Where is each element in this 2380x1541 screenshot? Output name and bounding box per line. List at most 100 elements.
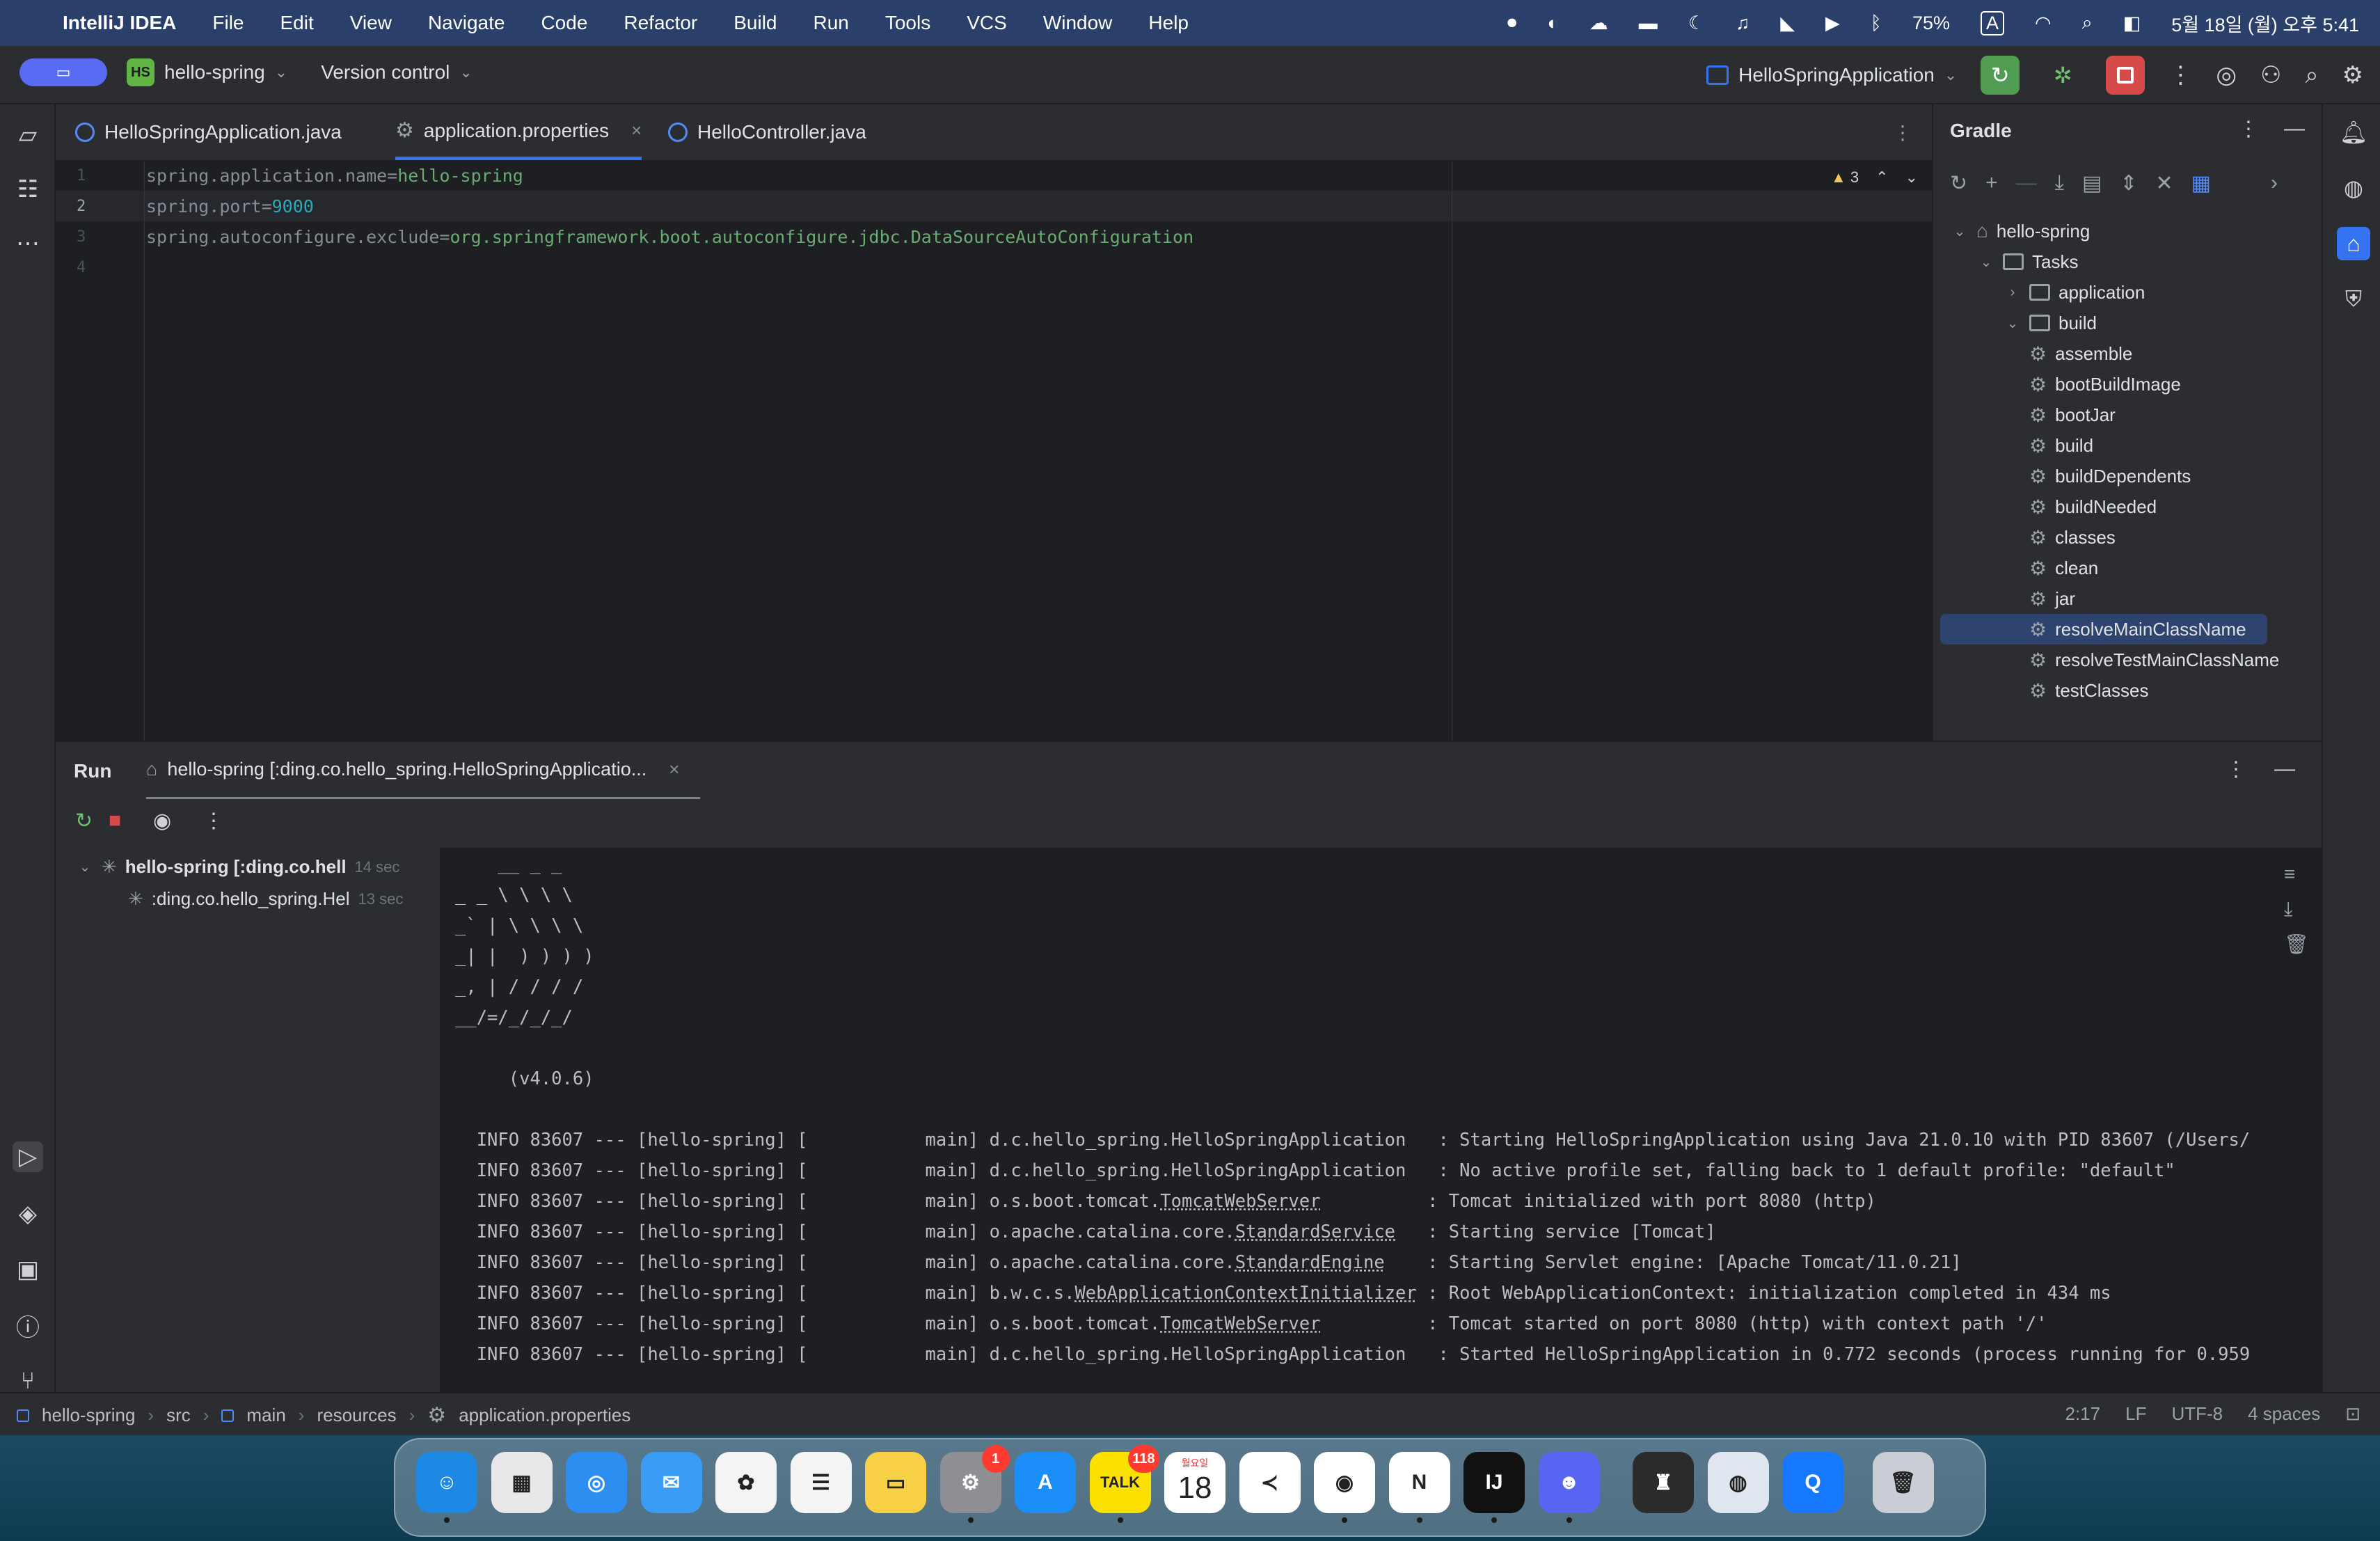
more-actions-icon[interactable]: ⋮ xyxy=(2168,61,2192,89)
breadcrumb-item[interactable]: application.properties xyxy=(459,1405,630,1426)
wifi-icon[interactable]: ◠ xyxy=(2035,13,2052,34)
menu-view[interactable]: View xyxy=(350,12,392,34)
now-playing-icon[interactable]: ▶ xyxy=(1825,13,1840,34)
wechat-status-icon[interactable]: ◐ xyxy=(1547,13,1558,34)
breadcrumb-item[interactable]: src xyxy=(166,1405,191,1426)
menu-refactor[interactable]: Refactor xyxy=(624,12,697,34)
menu-build[interactable]: Build xyxy=(733,12,777,34)
chevron-down-icon[interactable]: ⌄ xyxy=(1951,223,1968,240)
menu-edit[interactable]: Edit xyxy=(280,12,314,34)
version-control-selector[interactable]: Version control ⌄ xyxy=(321,61,473,84)
search-icon[interactable]: ⌕ xyxy=(2305,62,2318,89)
hide-panel-icon[interactable]: — xyxy=(2274,757,2295,782)
system-settings-icon[interactable]: ⚙ 1 xyxy=(939,1445,1010,1513)
bluetooth-icon[interactable]: ᛒ xyxy=(1871,13,1882,34)
notifications-icon[interactable]: 🔔︎ xyxy=(2337,116,2370,149)
ai-chat-icon[interactable]: ◍ xyxy=(2337,171,2370,205)
reload-icon[interactable]: ↻ xyxy=(1950,171,1967,196)
menu-app-name[interactable]: IntelliJ IDEA xyxy=(63,12,176,34)
run-task-icon[interactable]: ▤ xyxy=(2082,171,2102,196)
settings-icon[interactable]: ⚙ xyxy=(2342,61,2363,89)
line-separator[interactable]: LF xyxy=(2125,1403,2146,1425)
close-icon[interactable]: × xyxy=(669,759,679,780)
gradle-task-item[interactable]: ⚙ resolveTestMainClassName xyxy=(2029,645,2279,675)
gradle-task-item[interactable]: ⚙ jar xyxy=(2029,583,2075,614)
screen-record-icon[interactable]: ⏺ xyxy=(1507,12,1517,34)
previous-highlight-icon[interactable]: ⌃ xyxy=(1875,168,1888,187)
gradle-task-item[interactable]: ⚙ build xyxy=(2029,430,2093,461)
gradle-task-item[interactable]: ⚙ buildDependents xyxy=(2029,461,2191,491)
launchpad-icon[interactable]: ▦ xyxy=(491,1452,553,1513)
run-tree-item[interactable]: ⌄ ✳ hello-spring [:ding.co.hell 14 sec xyxy=(77,856,400,878)
reminders-icon[interactable]: ☰ xyxy=(790,1452,852,1513)
download-sources-icon[interactable]: ⤓ xyxy=(2055,171,2064,196)
problems-icon[interactable]: ⓘ xyxy=(13,1310,43,1341)
chrome-icon[interactable]: ◉ xyxy=(1314,1452,1375,1513)
hide-panel-icon[interactable]: — xyxy=(2284,117,2305,141)
spotlight-search-icon[interactable]: ⌕ xyxy=(2082,12,2093,34)
menu-tools[interactable]: Tools xyxy=(885,12,930,34)
breadcrumb-item[interactable]: hello-spring xyxy=(42,1405,135,1426)
tree-tasks[interactable]: ⌄ Tasks xyxy=(1978,246,2079,277)
structure-icon[interactable]: ☷ xyxy=(13,174,43,205)
input-mode[interactable]: A xyxy=(1980,10,2004,35)
notion-icon[interactable]: N xyxy=(1388,1452,1450,1513)
cursor-position[interactable]: 2:17 xyxy=(2065,1403,2101,1425)
file-encoding[interactable]: UTF-8 xyxy=(2171,1403,2223,1425)
gradle-task-item[interactable]: ⚙ bootJar xyxy=(2029,400,2116,430)
run-configuration-selector[interactable]: HelloSpringApplication ⌄ xyxy=(1706,64,1957,86)
cloud-status-icon[interactable]: ☁ xyxy=(1589,13,1608,34)
tab-application-properties[interactable]: ⚙ application.properties × xyxy=(395,104,642,160)
project-selector[interactable]: HS hello-spring ⌄ xyxy=(127,58,287,86)
vscode-icon[interactable]: ≺ xyxy=(1239,1452,1301,1513)
menu-run[interactable]: Run xyxy=(813,12,848,34)
tree-group-application[interactable]: › application xyxy=(2004,277,2145,308)
chevron-right-icon[interactable]: › xyxy=(2271,171,2278,196)
tree-root[interactable]: ⌄ ⌂ hello-spring xyxy=(1951,216,2091,246)
menu-window[interactable]: Window xyxy=(1043,12,1113,34)
security-shield-icon[interactable]: ⛨ xyxy=(2337,283,2370,316)
scroll-to-end-icon[interactable]: ⤓ xyxy=(2284,898,2292,921)
warnings-indicator[interactable]: ▲ 3 xyxy=(1831,168,1859,187)
qq-icon[interactable]: Q xyxy=(1782,1452,1843,1513)
ai-assistant-icon[interactable]: ◎ xyxy=(2216,61,2237,89)
intellij-icon[interactable]: IJ xyxy=(1463,1452,1525,1513)
main-menu-button[interactable]: ▭ xyxy=(19,58,107,86)
gradle-task-item[interactable]: ⚙ clean xyxy=(2029,553,2098,583)
do-not-disturb-icon[interactable]: ☾ xyxy=(1688,13,1705,34)
tab-hello-controller[interactable]: HelloController.java xyxy=(668,104,866,160)
expand-all-icon[interactable]: ⇕ xyxy=(2120,171,2137,196)
battery-percent[interactable]: 75% xyxy=(1912,13,1950,34)
clock[interactable]: 5월 18일 (월) 오후 5:41 xyxy=(2171,10,2359,37)
photos-icon[interactable]: ✿ xyxy=(715,1452,777,1513)
trash-icon[interactable]: 🗑 xyxy=(1872,1452,1934,1513)
gradle-task-item[interactable]: ⚙ resolveMainClassName xyxy=(1940,614,2267,645)
run-options-icon[interactable]: ⋮ xyxy=(2226,757,2246,782)
tree-group-build[interactable]: ⌄ build xyxy=(2004,308,2097,338)
app-store-icon[interactable]: A xyxy=(1015,1452,1076,1513)
mail-icon[interactable]: ✉ xyxy=(640,1452,702,1513)
gradle-task-item[interactable]: ⚙ buildNeeded xyxy=(2029,491,2157,522)
debug-button[interactable]: ✲ xyxy=(2043,56,2082,95)
close-icon[interactable]: × xyxy=(631,120,642,141)
chevron-down-icon[interactable]: ⌄ xyxy=(2004,315,2021,332)
keka-icon[interactable]: ♜ xyxy=(1633,1452,1694,1513)
more-actions-icon[interactable]: ⋮ xyxy=(203,809,224,833)
discord-icon[interactable]: ☻ xyxy=(1538,1452,1600,1513)
gradle-icon[interactable]: ⌂ xyxy=(2337,227,2370,260)
chevron-down-icon[interactable]: ⌄ xyxy=(1978,253,1994,271)
menu-vcs[interactable]: VCS xyxy=(967,12,1007,34)
indent-setting[interactable]: 4 spaces xyxy=(2248,1403,2320,1425)
menu-help[interactable]: Help xyxy=(1148,12,1189,34)
gradle-task-item[interactable]: ⚙ classes xyxy=(2029,522,2116,553)
trash-icon[interactable]: 🗑︎ xyxy=(2284,933,2309,956)
gradle-task-item[interactable]: ⚙ testClasses xyxy=(2029,675,2149,706)
notes-icon[interactable]: ▭ xyxy=(865,1452,926,1513)
rerun-icon[interactable]: ↻ xyxy=(75,809,93,833)
safari-icon[interactable]: ◎ xyxy=(566,1452,627,1513)
remove-icon[interactable]: — xyxy=(2016,171,2037,196)
terminal-icon[interactable]: ▣ xyxy=(13,1254,43,1285)
rerun-button[interactable]: ↻ xyxy=(1981,56,2020,95)
gradle-task-item[interactable]: ⚙ assemble xyxy=(2029,338,2132,369)
more-tools-icon[interactable]: ⋯ xyxy=(13,228,43,259)
